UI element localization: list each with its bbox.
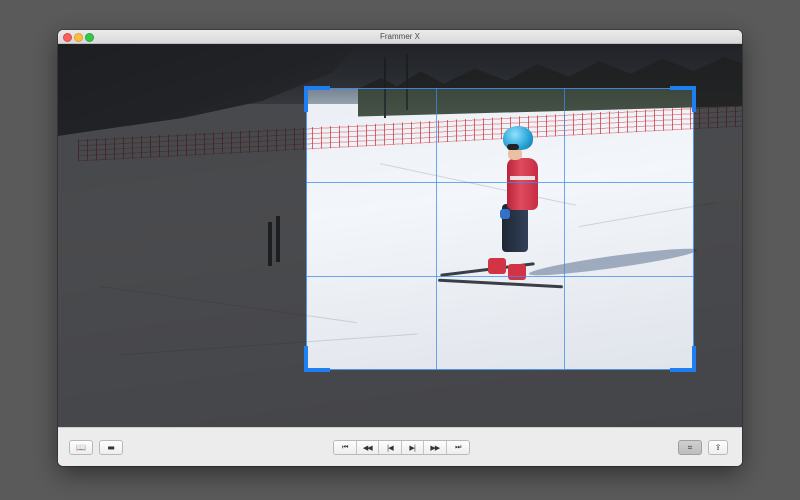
fast-forward-icon: ▶▶ [430, 443, 440, 452]
share-button[interactable]: ⇪ [708, 440, 728, 455]
crop-icon: ⌗ [687, 442, 693, 452]
crop-mask-left [58, 88, 306, 370]
crop-selection[interactable] [304, 86, 696, 372]
share-icon: ⇪ [714, 443, 722, 452]
crop-grid-line [564, 89, 566, 369]
step-back-icon: |◀ [386, 443, 394, 452]
crop-handle-bottom-left[interactable] [304, 346, 330, 372]
crop-handle-top-left[interactable] [304, 86, 330, 112]
library-button[interactable]: 📖 [69, 440, 93, 455]
open-folder-button[interactable]: ▬ [99, 440, 123, 455]
crop-grid-line [307, 182, 693, 184]
crop-mask-top [58, 44, 742, 88]
skip-to-start-button[interactable]: ⏮ [334, 441, 357, 454]
crop-button[interactable]: ⌗ [678, 440, 702, 455]
skip-to-start-icon: ⏮ [342, 443, 348, 451]
playback-controls: ⏮ ◀◀ |◀ ▶| ▶▶ ⏭ [333, 440, 470, 455]
crop-handle-top-right[interactable] [670, 86, 696, 112]
skip-to-end-button[interactable]: ⏭ [446, 441, 469, 454]
skip-to-end-icon: ⏭ [455, 443, 461, 451]
crop-grid-line [307, 275, 693, 277]
crop-mask-bottom [58, 370, 742, 427]
crop-handle-bottom-right[interactable] [670, 346, 696, 372]
step-forward-button[interactable]: ▶| [401, 441, 424, 454]
rewind-button[interactable]: ◀◀ [356, 441, 379, 454]
step-forward-icon: ▶| [409, 443, 416, 452]
crop-mask-right [694, 88, 742, 370]
title-bar[interactable]: Frammer X [58, 30, 742, 44]
rewind-icon: ◀◀ [362, 443, 373, 452]
app-window: Frammer X 📖 ▬ ⏮ ◀◀ |◀ ▶| ▶▶ ⏭ ⌗ ⇪ [58, 30, 742, 466]
window-title: Frammer X [380, 32, 420, 41]
crop-grid-line [435, 89, 437, 369]
fast-forward-button[interactable]: ▶▶ [424, 441, 447, 454]
bottom-toolbar: 📖 ▬ ⏮ ◀◀ |◀ ▶| ▶▶ ⏭ ⌗ ⇪ [58, 427, 742, 466]
step-back-button[interactable]: |◀ [379, 441, 402, 454]
folder-icon: ▬ [107, 443, 115, 452]
book-icon: 📖 [76, 443, 86, 452]
video-frame[interactable] [58, 44, 742, 427]
